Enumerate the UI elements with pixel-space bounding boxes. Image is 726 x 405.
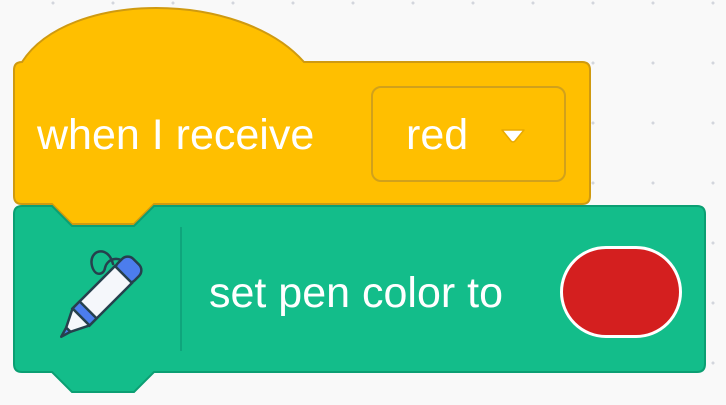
- pen-block-label: set pen color to: [209, 269, 504, 317]
- scripts-workspace: when I receive red set pen color to: [0, 0, 726, 405]
- event-block-label: when I receive: [37, 111, 315, 159]
- message-dropdown-value: red: [406, 111, 469, 159]
- caret-down-icon: [501, 129, 525, 143]
- message-dropdown[interactable]: red: [371, 86, 566, 182]
- pen-color-swatch[interactable]: [560, 246, 682, 338]
- block-divider: [180, 227, 182, 351]
- pen-icon: [59, 250, 143, 339]
